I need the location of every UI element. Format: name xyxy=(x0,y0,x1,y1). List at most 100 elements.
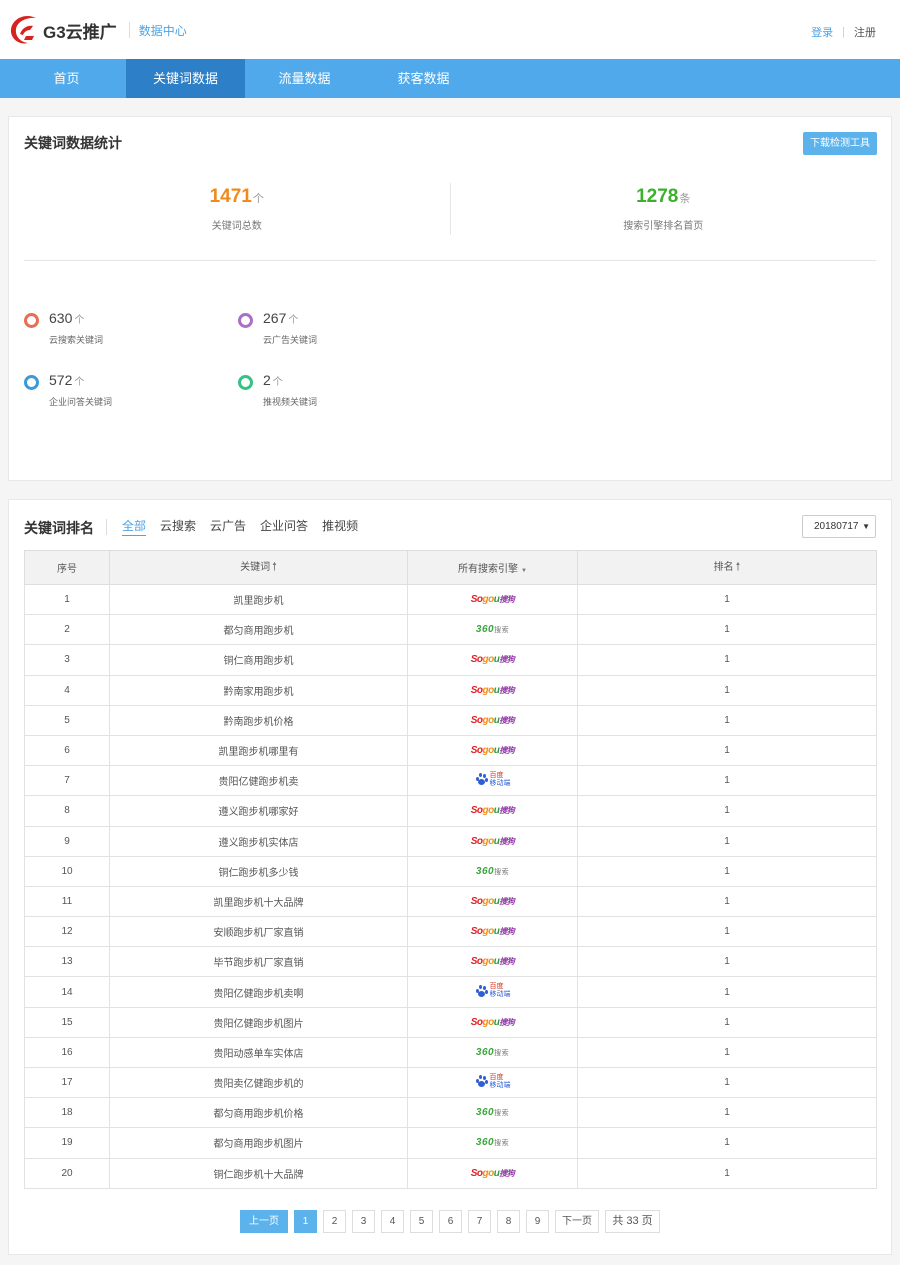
keyword-stats-panel: 关键词数据统计 下载检测工具 1471个 关键词总数 1278条 搜索引擎排名首… xyxy=(8,116,892,481)
sogou-logo-icon: Sogou搜狗 xyxy=(470,835,515,847)
first-page-label: 搜索引擎排名首页 xyxy=(623,221,704,232)
row-engine: 百度 移动端 xyxy=(407,1066,578,1099)
page-button-7[interactable]: 7 xyxy=(468,1210,491,1233)
row-engine: 360搜索 xyxy=(407,855,578,887)
360-search-logo-icon: 360搜索 xyxy=(475,1046,510,1058)
download-tool-button[interactable]: 下载检测工具 xyxy=(803,132,877,155)
nav-item-home[interactable]: 首页 xyxy=(7,59,126,98)
row-keyword: 凯里跑步机哪里有 xyxy=(109,734,408,767)
table-row: 16 贵阳动感单车实体店 360搜索 1 xyxy=(24,1036,877,1069)
row-number: 6 xyxy=(24,734,110,767)
row-engine: 360搜索 xyxy=(407,1036,578,1069)
page-button-2[interactable]: 2 xyxy=(323,1210,346,1233)
table-row: 5 黔南跑步机价格 Sogou搜狗 1 xyxy=(24,704,877,736)
row-rank: 1 xyxy=(577,704,877,736)
row-engine: Sogou搜狗 xyxy=(407,825,578,857)
row-number: 12 xyxy=(24,916,110,948)
nav-item-customer-data[interactable]: 获客数据 xyxy=(364,59,483,98)
page-button-8[interactable]: 8 xyxy=(497,1210,520,1233)
row-rank: 1 xyxy=(577,976,877,1008)
logo-icon xyxy=(8,14,42,46)
row-keyword: 都匀商用跑步机图片 xyxy=(109,1127,408,1159)
row-keyword: 贵阳动感单车实体店 xyxy=(109,1036,408,1069)
total-keywords-value: 1471个 xyxy=(209,186,264,207)
column-header-engine[interactable]: 所有搜索引擎 ▼ xyxy=(407,550,578,585)
column-header-keyword[interactable]: 关键词 🠕 xyxy=(109,550,408,585)
row-rank: 1 xyxy=(577,916,877,948)
login-link[interactable]: 登录 xyxy=(811,24,833,40)
row-engine: 360搜索 xyxy=(407,614,578,646)
register-link[interactable]: 注册 xyxy=(854,24,876,40)
total-pages: 共 33 页 xyxy=(605,1210,660,1233)
filter-cloud-ad[interactable]: 云广告 xyxy=(210,517,246,536)
row-engine: 百度 移动端 xyxy=(407,976,578,1008)
page-button-4[interactable]: 4 xyxy=(381,1210,404,1233)
row-rank: 1 xyxy=(577,583,877,616)
row-rank: 1 xyxy=(577,795,877,827)
row-number: 18 xyxy=(24,1097,110,1129)
column-header-rank[interactable]: 排名 🠕 xyxy=(577,550,877,585)
table-row: 17 贵阳卖亿健跑步机的 百度 移动端 1 xyxy=(24,1066,877,1099)
prev-page-button[interactable]: 上一页 xyxy=(240,1210,288,1233)
row-number: 5 xyxy=(24,704,110,736)
table-row: 11 凯里跑步机十大品牌 Sogou搜狗 1 xyxy=(24,885,877,918)
360-search-logo-icon: 360搜索 xyxy=(475,1107,510,1119)
sort-arrow-icon[interactable]: 🠕 xyxy=(272,561,277,573)
auth-divider: | xyxy=(842,26,845,38)
table-row: 18 都匀商用跑步机价格 360搜索 1 xyxy=(24,1097,877,1129)
page-button-1[interactable]: 1 xyxy=(294,1210,317,1233)
sogou-logo-icon: Sogou搜狗 xyxy=(470,895,515,907)
row-rank: 1 xyxy=(577,1097,877,1129)
pagination: 上一页 1 2 3 4 5 6 7 8 9 下一页 共 33 页 xyxy=(240,1210,666,1233)
date-select[interactable]: 20180717 ▼ xyxy=(802,515,876,538)
filter-video[interactable]: 推视频 xyxy=(322,517,358,536)
row-keyword: 黔南家用跑步机 xyxy=(109,674,408,706)
row-keyword: 贵阳卖亿健跑步机的 xyxy=(109,1066,408,1099)
row-keyword: 遵义跑步机实体店 xyxy=(109,825,408,857)
filter-all[interactable]: 全部 xyxy=(122,517,147,536)
logo[interactable]: G3云推广 数据中心 xyxy=(8,14,187,46)
table-row: 1 凯里跑步机 Sogou搜狗 1 xyxy=(24,583,877,616)
nav-item-keyword-data[interactable]: 关键词数据 xyxy=(126,59,245,98)
row-engine: Sogou搜狗 xyxy=(407,674,578,706)
row-rank: 1 xyxy=(577,1066,877,1099)
data-center-link[interactable]: 数据中心 xyxy=(139,22,187,39)
row-number: 15 xyxy=(24,1006,110,1038)
360-search-logo-icon: 360搜索 xyxy=(475,624,510,636)
table-row: 19 都匀商用跑步机图片 360搜索 1 xyxy=(24,1127,877,1159)
column-header-no: 序号 xyxy=(24,550,110,585)
first-page-stat: 1278条 搜索引擎排名首页 xyxy=(451,183,877,260)
row-engine: 360搜索 xyxy=(407,1127,578,1159)
page-button-6[interactable]: 6 xyxy=(439,1210,462,1233)
row-keyword: 贵阳亿健跑步机图片 xyxy=(109,1006,408,1038)
next-page-button[interactable]: 下一页 xyxy=(555,1210,599,1233)
row-number: 14 xyxy=(24,976,110,1008)
row-number: 17 xyxy=(24,1066,110,1099)
filter-enterprise-qa[interactable]: 企业问答 xyxy=(260,517,308,536)
baidu-mobile-logo-icon: 百度 移动端 xyxy=(475,772,511,788)
row-rank: 1 xyxy=(577,1036,877,1069)
nav-item-traffic-data[interactable]: 流量数据 xyxy=(245,59,364,98)
page-button-9[interactable]: 9 xyxy=(526,1210,549,1233)
top-header: G3云推广 数据中心 登录 | 注册 xyxy=(0,0,900,59)
sogou-logo-icon: Sogou搜狗 xyxy=(470,594,515,606)
table-row: 13 毕节跑步机厂家直销 Sogou搜狗 1 xyxy=(24,946,877,978)
row-number: 9 xyxy=(24,825,110,857)
table-row: 12 安顺跑步机厂家直销 Sogou搜狗 1 xyxy=(24,916,877,948)
row-rank: 1 xyxy=(577,885,877,918)
sogou-logo-icon: Sogou搜狗 xyxy=(470,956,515,968)
page-button-3[interactable]: 3 xyxy=(352,1210,375,1233)
row-rank: 1 xyxy=(577,1006,877,1038)
row-keyword: 贵阳亿健跑步机卖 xyxy=(109,765,408,797)
row-number: 2 xyxy=(24,614,110,646)
caret-down-icon[interactable]: ▼ xyxy=(521,568,527,574)
filter-cloud-search[interactable]: 云搜索 xyxy=(160,517,196,536)
row-rank: 1 xyxy=(577,734,877,767)
row-number: 3 xyxy=(24,644,110,676)
row-engine: Sogou搜狗 xyxy=(407,916,578,948)
row-number: 1 xyxy=(24,583,110,616)
ring-icon xyxy=(238,313,253,328)
sort-arrow-icon[interactable]: 🠕 xyxy=(736,561,741,573)
cloud-search-stat: 630 个 云搜索关键词 xyxy=(24,310,238,346)
page-button-5[interactable]: 5 xyxy=(410,1210,433,1233)
